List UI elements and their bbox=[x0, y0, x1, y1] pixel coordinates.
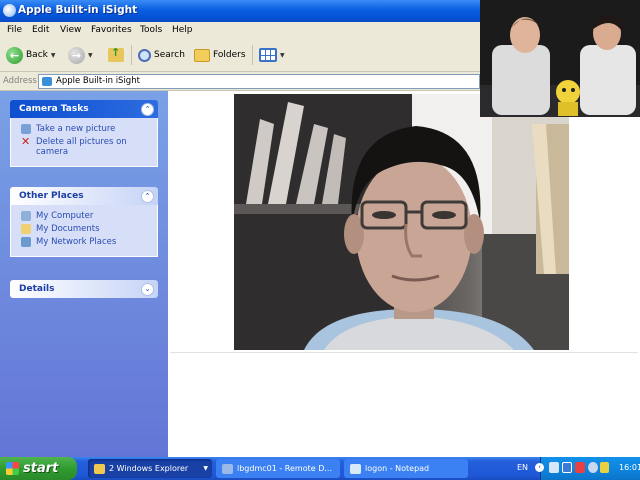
expand-tray-icon[interactable]: ‹ bbox=[535, 463, 544, 472]
start-button[interactable]: start bbox=[0, 457, 77, 480]
security-tray-icon[interactable] bbox=[575, 462, 585, 473]
menu-edit[interactable]: Edit bbox=[32, 25, 49, 35]
other-places-header[interactable]: Other Places ⌃ bbox=[10, 187, 158, 205]
up-folder-icon: ↑ bbox=[108, 46, 124, 62]
folders-label: Folders bbox=[213, 50, 246, 60]
webcam-overlay bbox=[480, 0, 640, 117]
my-computer-label: My Computer bbox=[36, 211, 94, 221]
delete-all-pictures-label: Delete all pictures on camera bbox=[36, 137, 127, 157]
shield-tray-icon[interactable] bbox=[600, 462, 609, 473]
language-indicator[interactable]: EN bbox=[517, 463, 528, 472]
other-places-title: Other Places bbox=[19, 191, 84, 201]
folders-icon bbox=[194, 48, 210, 62]
delete-x-icon: ✕ bbox=[21, 135, 31, 148]
toolbar: ← Back ▼ → ▼ ↑ Search Folders ▼ bbox=[0, 39, 480, 72]
address-bar: Address Apple Built-in iSight bbox=[0, 72, 480, 91]
group-dropdown-icon: ▼ bbox=[203, 465, 208, 472]
menu-favorites[interactable]: Favorites bbox=[91, 25, 132, 35]
overlay-video-image bbox=[480, 0, 640, 117]
network-icon bbox=[21, 237, 31, 247]
camera-window-icon bbox=[3, 4, 16, 17]
my-documents-link[interactable]: My Documents bbox=[21, 224, 149, 234]
back-arrow-icon: ← bbox=[6, 46, 23, 64]
menu-bar: File Edit View Favorites Tools Help bbox=[0, 22, 480, 40]
computer-tray-icon[interactable] bbox=[562, 462, 572, 473]
search-button[interactable]: Search bbox=[138, 45, 185, 65]
explorer-folder-icon bbox=[94, 463, 105, 474]
forward-dropdown-icon[interactable]: ▼ bbox=[88, 52, 93, 59]
toolbar-separator bbox=[131, 45, 132, 65]
search-label: Search bbox=[154, 50, 185, 60]
forward-arrow-icon: → bbox=[68, 46, 85, 64]
taskbar-item-remote-desktop[interactable]: lbgdmc01 - Remote D... bbox=[216, 459, 340, 478]
taskbar-item-label: 2 Windows Explorer bbox=[109, 464, 189, 473]
collapse-chevron-icon[interactable]: ⌃ bbox=[141, 102, 154, 116]
camera-tasks-header[interactable]: Camera Tasks ⌃ bbox=[10, 100, 158, 118]
my-computer-link[interactable]: My Computer bbox=[21, 211, 149, 221]
views-button[interactable]: ▼ bbox=[259, 45, 285, 65]
camera-shutter-icon bbox=[21, 124, 31, 134]
network-tray-icon[interactable] bbox=[549, 462, 559, 473]
system-tray: EN ‹ 16:01 bbox=[517, 457, 640, 480]
take-new-picture-link[interactable]: Take a new picture bbox=[21, 124, 149, 134]
camera-icon bbox=[42, 77, 52, 86]
taskbar-item-label: logon - Notepad bbox=[365, 464, 430, 473]
computer-icon bbox=[21, 211, 31, 221]
my-network-places-label: My Network Places bbox=[36, 237, 117, 247]
details-panel: Details ⌄ bbox=[10, 280, 158, 298]
camera-live-video bbox=[234, 94, 569, 350]
delete-all-pictures-link[interactable]: ✕ Delete all pictures on camera bbox=[21, 135, 149, 157]
taskbar-item-label: lbgdmc01 - Remote D... bbox=[237, 464, 332, 473]
menu-view[interactable]: View bbox=[60, 25, 81, 35]
back-button[interactable]: ← Back ▼ bbox=[6, 45, 55, 65]
address-value: Apple Built-in iSight bbox=[56, 76, 140, 86]
windows-flag-icon bbox=[6, 462, 19, 475]
views-icon bbox=[259, 48, 277, 62]
menu-file[interactable]: File bbox=[7, 25, 22, 35]
views-dropdown-icon[interactable]: ▼ bbox=[280, 52, 285, 59]
back-label: Back bbox=[26, 50, 48, 60]
sync-tray-icon[interactable] bbox=[588, 462, 598, 473]
address-label: Address bbox=[3, 76, 37, 86]
folders-button[interactable]: Folders bbox=[194, 45, 246, 65]
forward-button[interactable]: → ▼ bbox=[68, 45, 93, 65]
start-label: start bbox=[23, 461, 59, 476]
search-icon bbox=[138, 48, 151, 62]
camera-tasks-title: Camera Tasks bbox=[19, 104, 89, 114]
my-documents-label: My Documents bbox=[36, 224, 100, 234]
collapse-chevron-icon[interactable]: ⌃ bbox=[141, 189, 154, 203]
take-new-picture-label: Take a new picture bbox=[36, 124, 116, 134]
notepad-icon bbox=[350, 463, 361, 474]
other-places-panel: Other Places ⌃ My Computer My Documents … bbox=[10, 187, 158, 257]
documents-folder-icon bbox=[21, 224, 31, 234]
menu-help[interactable]: Help bbox=[172, 25, 193, 35]
expand-chevron-icon[interactable]: ⌄ bbox=[141, 282, 154, 296]
details-header[interactable]: Details ⌄ bbox=[10, 280, 158, 298]
address-input[interactable]: Apple Built-in iSight bbox=[38, 74, 480, 89]
menu-tools[interactable]: Tools bbox=[140, 25, 162, 35]
camera-tasks-panel: Camera Tasks ⌃ Take a new picture ✕ Dele… bbox=[10, 100, 158, 167]
taskbar-item-windows-explorer[interactable]: 2 Windows Explorer ▼ bbox=[88, 459, 212, 478]
window-titlebar[interactable]: Apple Built-in iSight bbox=[0, 0, 480, 22]
window-title: Apple Built-in iSight bbox=[18, 4, 138, 16]
task-pane: Camera Tasks ⌃ Take a new picture ✕ Dele… bbox=[0, 91, 168, 457]
back-dropdown-icon[interactable]: ▼ bbox=[51, 52, 56, 59]
toolbar-separator bbox=[252, 45, 253, 65]
taskbar-item-notepad[interactable]: logon - Notepad bbox=[344, 459, 468, 478]
video-frame-image bbox=[234, 94, 569, 350]
up-folder-button[interactable]: ↑ bbox=[108, 45, 124, 65]
clock[interactable]: 16:01 bbox=[619, 463, 640, 472]
my-network-places-link[interactable]: My Network Places bbox=[21, 237, 149, 247]
remote-desktop-icon bbox=[222, 463, 233, 474]
details-title: Details bbox=[19, 284, 55, 294]
